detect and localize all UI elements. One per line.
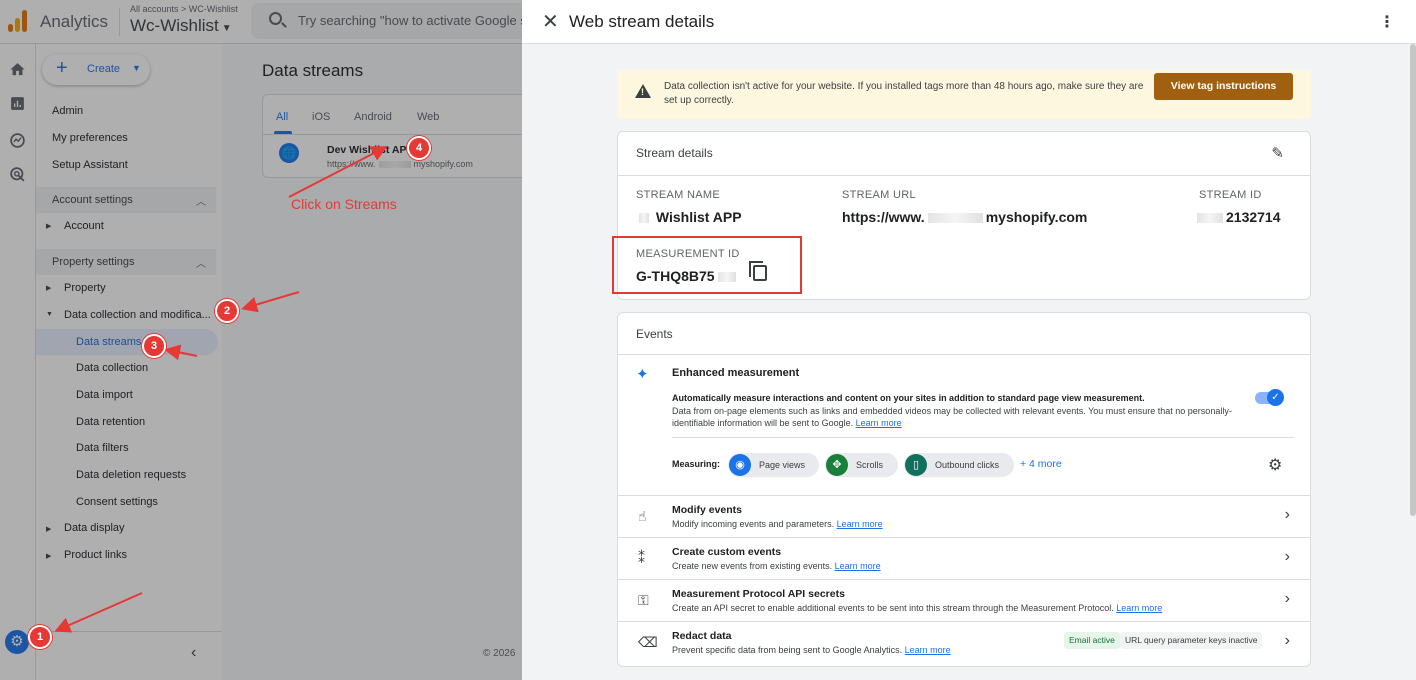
- row-desc: Create new events from existing events. …: [672, 561, 881, 571]
- learn-more-link[interactable]: Learn more: [837, 519, 883, 529]
- enhanced-measurement-desc: Automatically measure interactions and c…: [672, 393, 1145, 403]
- chip-page-views: ◉ Page views: [728, 453, 819, 477]
- scroll-icon: ✥: [826, 454, 848, 476]
- stream-id-text: 2132714: [1226, 209, 1281, 225]
- scrollbar[interactable]: [1410, 44, 1416, 516]
- chip-label: Page views: [759, 460, 806, 470]
- chip-outbound-clicks: ▯ Outbound clicks: [904, 453, 1014, 477]
- row-desc: Prevent specific data from being sent to…: [672, 645, 951, 655]
- redacted-text: [927, 213, 983, 224]
- row-redact-data[interactable]: ⌫ Redact data Prevent specific data from…: [618, 621, 1310, 663]
- annotation-click-on-streams: Click on Streams: [291, 196, 397, 212]
- redacted-text: [717, 272, 736, 283]
- check-icon: ✓: [1267, 389, 1284, 406]
- more-events-link[interactable]: + 4 more: [1020, 458, 1062, 470]
- chip-label: Outbound clicks: [935, 460, 1000, 470]
- step-badge-1: 1: [28, 625, 52, 649]
- enhanced-measurement-toggle[interactable]: ✓: [1255, 389, 1284, 406]
- email-active-badge: Email active: [1064, 632, 1120, 649]
- measurement-id-highlight: [612, 236, 802, 294]
- stream-id-value: 2132714: [1194, 209, 1281, 225]
- step-badge-4: 4: [407, 136, 431, 160]
- enhanced-measurement-note-text: Data from on-page elements such as links…: [672, 406, 1232, 428]
- eraser-icon: ⌫: [638, 634, 658, 650]
- row-create-custom-events[interactable]: ⁑ Create custom events Create new events…: [618, 537, 1310, 579]
- card-divider: [618, 175, 1310, 176]
- row-desc-text: Create new events from existing events.: [672, 561, 833, 571]
- row-desc: Create an API secret to enable additiona…: [672, 603, 1162, 613]
- learn-more-link[interactable]: Learn more: [1116, 603, 1162, 613]
- stream-url-label: STREAM URL: [842, 189, 916, 201]
- url-query-inactive-badge: URL query parameter keys inactive: [1120, 632, 1263, 649]
- stream-name-text: Wishlist APP: [655, 209, 742, 225]
- row-desc: Modify incoming events and parameters. L…: [672, 519, 883, 529]
- row-desc-text: Prevent specific data from being sent to…: [672, 645, 903, 655]
- row-title: Measurement Protocol API secrets: [672, 588, 845, 600]
- settings-icon[interactable]: ⚙: [1268, 455, 1282, 475]
- redacted-text: [1197, 213, 1223, 224]
- stream-url-prefix-text: https://www.: [842, 209, 925, 225]
- learn-more-link[interactable]: Learn more: [835, 561, 881, 571]
- modal-scrim[interactable]: [0, 0, 522, 680]
- mouse-icon: ▯: [905, 454, 927, 476]
- measurement-id-label: MEASUREMENT ID: [636, 248, 740, 260]
- more-vert-icon[interactable]: ⋮: [1379, 12, 1395, 32]
- stream-name-label: STREAM NAME: [636, 189, 720, 201]
- stream-url-suffix-text: myshopify.com: [985, 209, 1088, 225]
- touch-icon: ☝: [638, 508, 647, 524]
- key-icon: ⚿: [638, 592, 649, 608]
- step-badge-2: 2: [215, 299, 239, 323]
- events-title: Events: [636, 327, 673, 341]
- edit-icon[interactable]: ✎: [1271, 144, 1284, 162]
- sparkle-icon: ✦: [636, 366, 649, 383]
- warning-text: Data collection isn't active for your we…: [664, 81, 1144, 106]
- inner-divider: [672, 437, 1294, 438]
- stream-name-value: Wishlist APP: [636, 209, 742, 225]
- chip-scrolls: ✥ Scrolls: [825, 453, 898, 477]
- row-modify-events[interactable]: ☝ Modify events Modify incoming events a…: [618, 495, 1310, 537]
- learn-more-link[interactable]: Learn more: [856, 418, 902, 428]
- chevron-right-icon: ›: [1284, 548, 1290, 565]
- warning-banner: Data collection isn't active for your we…: [617, 70, 1311, 119]
- measuring-label: Measuring:: [672, 459, 721, 469]
- chip-label: Scrolls: [856, 460, 884, 470]
- row-desc-text: Create an API secret to enable additiona…: [672, 603, 1114, 613]
- copy-icon[interactable]: [749, 261, 767, 281]
- click-icon: ⁑: [638, 550, 645, 566]
- measurement-id-value: G-THQ8B75: [636, 268, 739, 284]
- view-tag-instructions-button[interactable]: View tag instructions: [1154, 73, 1293, 100]
- web-stream-details-drawer: ✕ Web stream details ⋮ Data collection i…: [522, 0, 1416, 680]
- measurement-id-text: G-THQ8B75: [636, 268, 715, 284]
- eye-icon: ◉: [729, 454, 751, 476]
- chevron-right-icon: ›: [1284, 632, 1290, 649]
- chevron-right-icon: ›: [1284, 590, 1290, 607]
- chevron-right-icon: ›: [1284, 506, 1290, 523]
- stream-url-value: https://www. myshopify.com: [842, 209, 1087, 225]
- stream-details-title: Stream details: [636, 146, 713, 160]
- drawer-title: Web stream details: [569, 12, 715, 31]
- drawer-header: ✕ Web stream details ⋮: [522, 0, 1416, 44]
- learn-more-link[interactable]: Learn more: [905, 645, 951, 655]
- step-badge-3: 3: [142, 334, 166, 358]
- row-desc-text: Modify incoming events and parameters.: [672, 519, 835, 529]
- row-title: Redact data: [672, 630, 732, 642]
- close-icon[interactable]: ✕: [542, 9, 559, 34]
- enhanced-measurement-title: Enhanced measurement: [672, 367, 800, 379]
- redacted-text: [639, 213, 649, 224]
- row-measurement-protocol[interactable]: ⚿ Measurement Protocol API secrets Creat…: [618, 579, 1310, 621]
- row-title: Create custom events: [672, 546, 782, 558]
- stream-id-label: STREAM ID: [1199, 189, 1262, 201]
- warning-icon: [635, 84, 651, 98]
- row-title: Modify events: [672, 504, 743, 516]
- card-divider: [618, 354, 1310, 355]
- events-card: Events ✦ Enhanced measurement Automatica…: [617, 312, 1311, 667]
- stream-details-card: Stream details ✎ STREAM NAME Wishlist AP…: [612, 131, 1311, 300]
- enhanced-measurement-note: Data from on-page elements such as links…: [672, 405, 1262, 429]
